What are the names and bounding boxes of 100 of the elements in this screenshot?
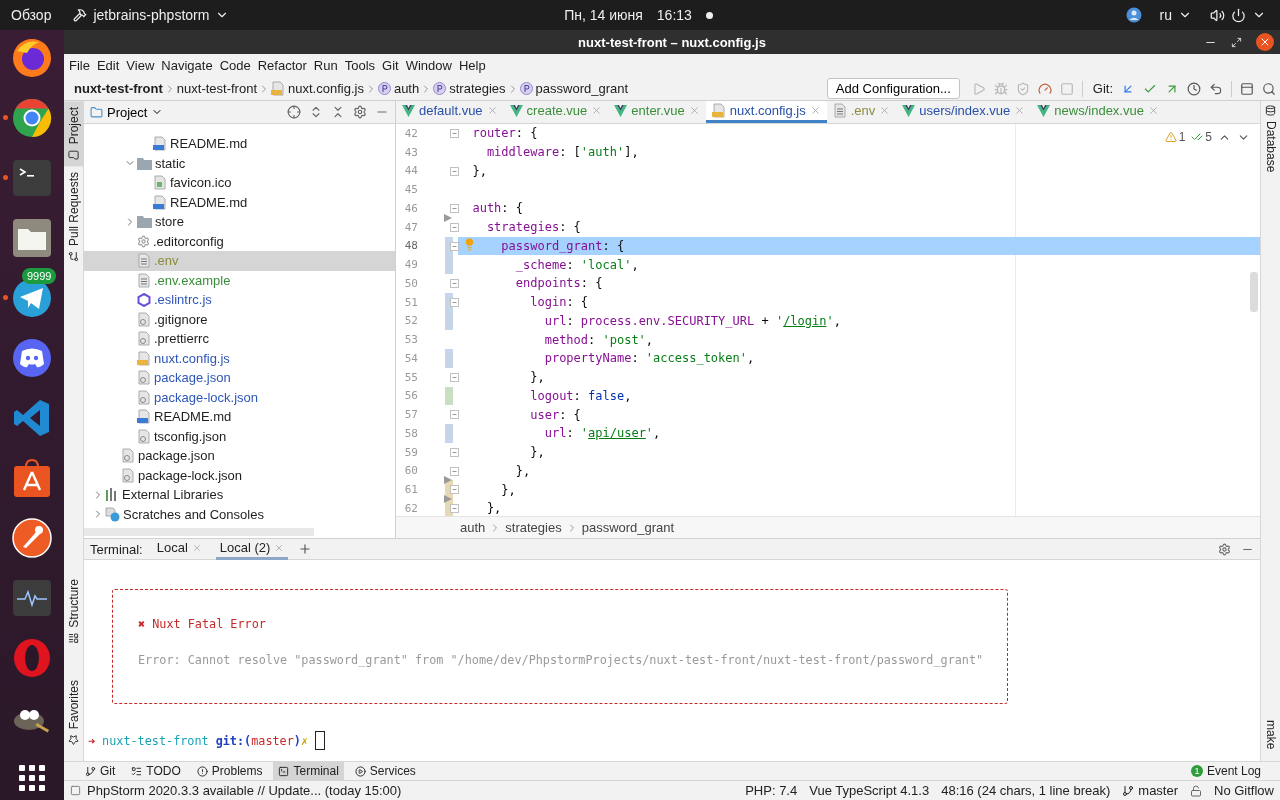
tree-item[interactable]: tsconfig.json: [84, 426, 395, 446]
wheel-icon[interactable]: [11, 97, 53, 139]
scrollbar-thumb[interactable]: [1250, 272, 1258, 312]
tree-item[interactable]: Scratches and Consoles: [84, 504, 395, 524]
add-icon[interactable]: [298, 542, 313, 556]
undo-icon[interactable]: [1209, 81, 1223, 96]
language-menu[interactable]: ru: [1159, 7, 1192, 23]
fold-icon[interactable]: [450, 204, 459, 213]
menu-item[interactable]: Git: [379, 58, 402, 73]
terminal-icon[interactable]: [11, 157, 53, 199]
checks-counter[interactable]: 5: [1191, 130, 1212, 144]
status-item[interactable]: Vue TypeScript 4.1.3: [809, 783, 930, 798]
tree-item[interactable]: store: [84, 212, 395, 232]
session-tab[interactable]: Local (2): [215, 538, 289, 560]
settings-icon[interactable]: [1218, 542, 1231, 556]
branch-widget[interactable]: master: [1122, 783, 1179, 798]
breadcrumb[interactable]: strategies: [505, 520, 562, 535]
tree-item[interactable]: package-lock.json: [84, 387, 395, 407]
fold-icon[interactable]: [450, 222, 459, 232]
collapse-all-icon[interactable]: [331, 105, 345, 119]
lock-icon[interactable]: [1190, 784, 1203, 797]
editor-tab[interactable]: users/index.vue: [896, 101, 1032, 123]
tool-window-tab[interactable]: Project: [64, 101, 83, 167]
tree-item[interactable]: package.json: [84, 446, 395, 466]
fold-icon[interactable]: [450, 241, 459, 251]
tree-item[interactable]: External Libraries: [84, 485, 395, 505]
tool-window-tab[interactable]: make: [1261, 713, 1280, 755]
close-icon[interactable]: [591, 105, 603, 116]
menu-item[interactable]: File: [66, 58, 93, 73]
window-layout-icon[interactable]: [1240, 81, 1254, 96]
breadcrumb[interactable]: password_grant: [519, 81, 629, 96]
clock-icon[interactable]: [1187, 81, 1201, 96]
date-label[interactable]: Пн, 14 июня: [564, 7, 643, 23]
event-log-button[interactable]: 1 Event Log: [1185, 762, 1266, 780]
fold-icon[interactable]: [450, 504, 459, 513]
tree-item[interactable]: README.md: [84, 134, 395, 154]
fold-icon[interactable]: [450, 129, 459, 138]
editor-tab[interactable]: create.vue: [503, 101, 609, 123]
maximize-icon[interactable]: [1231, 36, 1242, 48]
tree-item[interactable]: README.md: [84, 407, 395, 427]
tool-window-tab[interactable]: Database: [1261, 101, 1280, 179]
gauge-icon[interactable]: [1037, 81, 1052, 96]
menu-item[interactable]: Navigate: [158, 58, 216, 73]
menu-item[interactable]: Tools: [341, 58, 379, 73]
warnings-counter[interactable]: 1: [1164, 130, 1186, 144]
close-icon[interactable]: [1147, 105, 1159, 116]
menu-item[interactable]: Window: [402, 58, 455, 73]
menu-item[interactable]: Run: [310, 58, 341, 73]
tree-item[interactable]: .env.example: [84, 270, 395, 290]
fold-icon[interactable]: [450, 372, 459, 382]
editor-tab[interactable]: default.vue: [396, 101, 504, 123]
tree-item[interactable]: .eslintrc.js: [84, 290, 395, 310]
menu-item[interactable]: View: [123, 58, 158, 73]
tree-item[interactable]: .editorconfig: [84, 231, 395, 251]
tool-window-tab[interactable]: Problems: [191, 762, 268, 780]
tool-window-tab[interactable]: Pull Requests: [64, 166, 83, 269]
clock[interactable]: 16:13: [656, 7, 692, 23]
breadcrumb[interactable]: nuxt-test-front: [176, 81, 258, 96]
tree-item[interactable]: package-lock.json: [84, 465, 395, 485]
tree-item[interactable]: .gitignore: [84, 309, 395, 329]
fold-icon[interactable]: [450, 297, 459, 307]
tree-item[interactable]: favicon.ico: [84, 173, 395, 193]
status-item[interactable]: PHP: 7.4: [745, 783, 798, 798]
fold-icon[interactable]: [450, 466, 459, 476]
tool-window-tab[interactable]: Git: [80, 762, 121, 780]
tree-item[interactable]: README.md: [84, 192, 395, 212]
locate-icon[interactable]: [287, 105, 301, 119]
ring-icon[interactable]: [11, 637, 53, 679]
search-icon[interactable]: [1262, 81, 1276, 96]
tool-window-tab[interactable]: Terminal: [273, 762, 344, 780]
close-icon[interactable]: [1014, 105, 1026, 116]
tool-window-tab[interactable]: Services: [349, 762, 421, 780]
system-menu[interactable]: [1210, 7, 1266, 23]
shopping-bag-icon[interactable]: [11, 457, 53, 499]
breadcrumb[interactable]: password_grant: [581, 520, 675, 535]
breadcrumb[interactable]: auth: [377, 81, 420, 96]
tree-item[interactable]: .prettierrc: [84, 329, 395, 349]
menu-item[interactable]: Edit: [93, 58, 123, 73]
close-icon[interactable]: [274, 542, 285, 553]
tool-window-tab[interactable]: TODO: [126, 762, 186, 780]
menu-item[interactable]: Refactor: [254, 58, 310, 73]
close-icon[interactable]: [191, 542, 202, 553]
breadcrumb[interactable]: nuxt-test-front: [74, 81, 163, 96]
panel-title-dropdown[interactable]: Project: [90, 104, 164, 120]
gitflow-widget[interactable]: No Gitflow: [1214, 783, 1274, 798]
fold-icon[interactable]: [450, 447, 459, 457]
tool-window-tab[interactable]: Structure: [64, 572, 83, 650]
pulse-icon[interactable]: [11, 577, 53, 619]
rocket-icon[interactable]: [11, 517, 53, 559]
editor-tab[interactable]: nuxt.config.js: [705, 101, 827, 123]
tree-item[interactable]: nuxt.config.js: [84, 348, 395, 368]
menu-item[interactable]: Code: [216, 58, 254, 73]
user-avatar-icon[interactable]: [1125, 7, 1142, 23]
fold-icon[interactable]: [450, 279, 459, 288]
close-icon[interactable]: [688, 105, 700, 116]
breadcrumb[interactable]: auth: [460, 520, 486, 535]
close-icon[interactable]: [879, 105, 891, 116]
menu-item[interactable]: Help: [455, 58, 489, 73]
breadcrumb[interactable]: nuxt.config.js: [271, 81, 364, 96]
settings-icon[interactable]: [353, 105, 367, 119]
